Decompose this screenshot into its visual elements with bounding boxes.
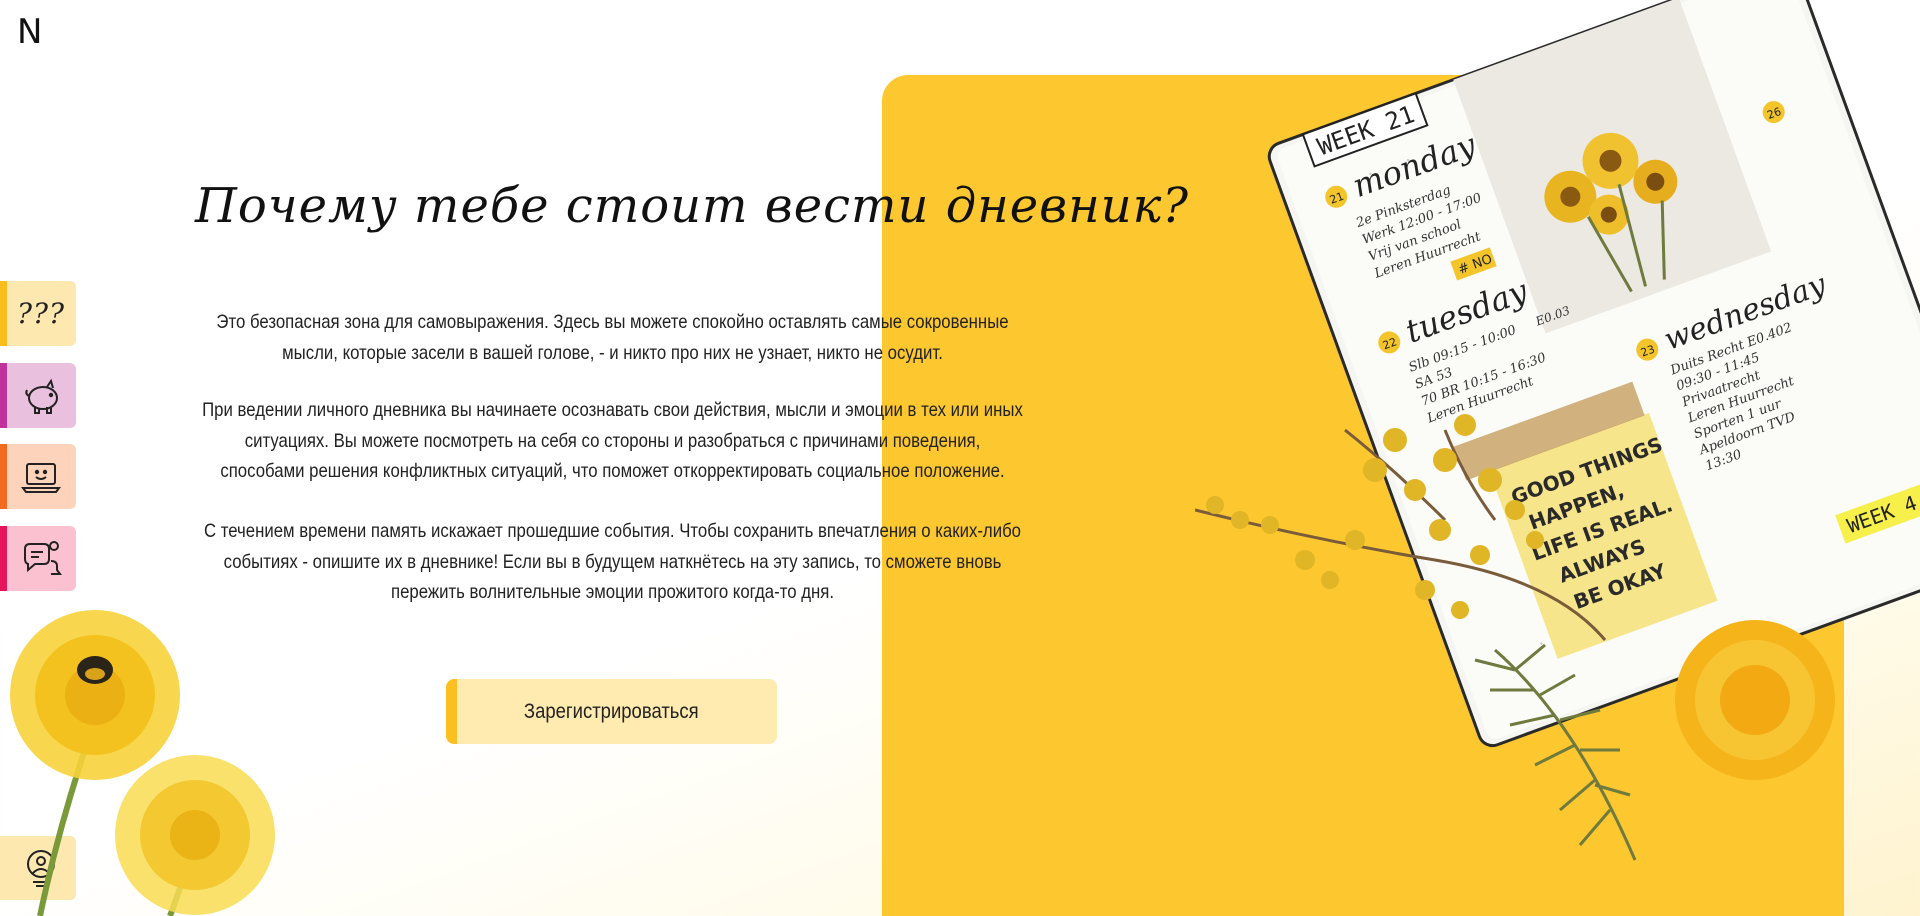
piggy-bank-icon: [19, 374, 63, 418]
journal-illustration: WEEK 21 21 monday 2e Pinksterdag Werk 12…: [1195, 0, 1920, 890]
page-title: Почему тебе стоит вести дневник?: [195, 178, 1190, 234]
register-button[interactable]: Зарегистрироваться: [446, 679, 777, 744]
register-button-label: Зарегистрироваться: [524, 699, 699, 723]
dandelion-decoration: [0, 600, 300, 916]
logo[interactable]: N: [17, 12, 42, 52]
laptop-icon: [19, 455, 63, 499]
intro-paragraph-1: Это безопасная зона для самовыражения. З…: [216, 311, 1009, 364]
question-marks-icon: ???: [16, 292, 66, 336]
intro-paragraph-2: При ведении личного дневника вы начинает…: [202, 399, 1023, 482]
sidebar-item-questions[interactable]: ???: [0, 281, 76, 346]
sidebar-item-laptop[interactable]: [0, 444, 76, 509]
intro-paragraph-3: С течением времени память искажает проше…: [203, 520, 1022, 603]
chat-bubble-icon: [19, 537, 63, 581]
sidebar-item-chat[interactable]: [0, 526, 76, 591]
question-marks-text: ???: [16, 297, 66, 330]
sidebar-item-piggy-bank[interactable]: [0, 363, 76, 428]
